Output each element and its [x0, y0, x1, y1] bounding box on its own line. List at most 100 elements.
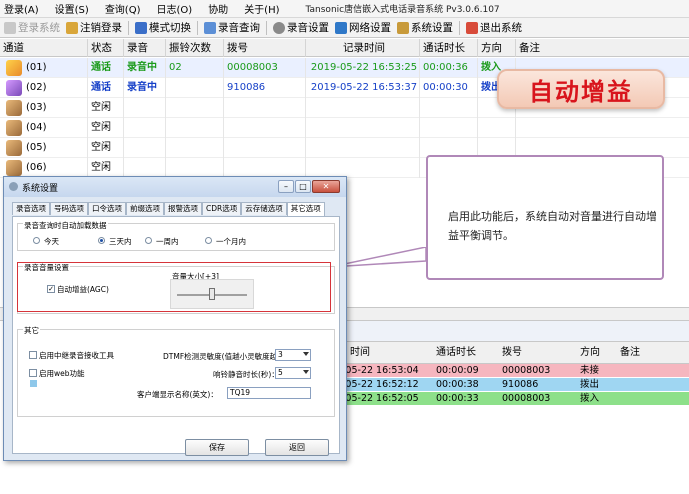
history-cell-duration: 00:00:33 — [436, 393, 479, 404]
cell-status: 空闲 — [91, 98, 124, 118]
tab-number[interactable]: 号码选项 — [50, 202, 88, 215]
callout-text: 启用此功能后，系统自动对音量进行自动增益平衡调节。 — [448, 210, 657, 242]
col-record[interactable]: 录音 — [124, 39, 166, 57]
exit-icon — [466, 21, 478, 34]
tab-alarm[interactable]: 报警选项 — [164, 202, 202, 215]
history-col-number[interactable]: 拨号 — [502, 346, 522, 359]
col-status[interactable]: 状态 — [88, 39, 124, 57]
cell-channel: (06) — [26, 158, 88, 178]
radio-one-month[interactable] — [205, 237, 212, 244]
toolbar-separator — [266, 20, 267, 35]
record-query-button[interactable]: 录音查询 — [204, 20, 260, 35]
cell-time — [309, 138, 420, 158]
network-icon — [335, 21, 347, 34]
cell-rings: 02 — [169, 58, 224, 78]
cell-channel: (02) — [26, 78, 88, 98]
toolbar: 登录系统 注销登录 模式切换 录音查询 录音设置 网络设置 系统设置 退出系统 — [0, 18, 689, 38]
login-button[interactable]: 登录系统 — [4, 20, 60, 35]
menu-login[interactable]: 登录(A) — [4, 1, 39, 16]
cell-rings — [169, 98, 224, 118]
cell-time — [309, 118, 420, 138]
feature-badge-text: 自动增益 — [529, 77, 633, 106]
tab-password[interactable]: 口令选项 — [88, 202, 126, 215]
cell-number — [227, 158, 306, 178]
history-cell-number: 00008003 — [502, 393, 551, 404]
cell-duration — [423, 98, 478, 118]
history-row[interactable]: -05-22 16:52:05 00:00:33 00008003 拨入 — [340, 392, 689, 405]
history-col-duration[interactable]: 通话时长 — [436, 346, 476, 359]
exit-button[interactable]: 退出系统 — [466, 20, 522, 35]
col-number[interactable]: 拨号 — [224, 39, 306, 57]
client-name-label: 客户端显示名称(英文)： — [137, 390, 218, 399]
tab-cdr[interactable]: CDR选项 — [202, 202, 242, 215]
cell-channel: (01) — [26, 58, 88, 78]
col-time[interactable]: 记录时间 — [306, 39, 420, 57]
tab-cloud[interactable]: 云存储选项 — [241, 202, 287, 215]
feature-badge: 自动增益 — [497, 69, 665, 109]
menu-settings[interactable]: 设置(S) — [55, 1, 89, 16]
callout-box: 启用此功能后，系统自动对音量进行自动增益平衡调节。 — [426, 155, 664, 280]
chevron-down-icon — [303, 352, 309, 356]
key-icon — [4, 21, 16, 34]
save-button[interactable]: 保存 — [185, 439, 249, 456]
cell-status: 空闲 — [91, 118, 124, 138]
tab-prefix[interactable]: 前缀选项 — [126, 202, 164, 215]
col-direction[interactable]: 方向 — [478, 39, 516, 57]
radio-one-week[interactable] — [145, 237, 152, 244]
bottom-toolbar — [340, 321, 689, 342]
minimize-button[interactable]: – — [278, 180, 294, 193]
mute-select[interactable]: 5 — [275, 367, 311, 379]
col-note[interactable]: 备注 — [516, 39, 689, 57]
tab-other[interactable]: 其它选项 — [286, 202, 325, 216]
search-doc-icon — [204, 21, 216, 34]
history-row[interactable]: -05-22 16:53:04 00:00:09 00008003 未接 — [340, 364, 689, 377]
cell-number: 00008003 — [227, 58, 306, 78]
col-rings[interactable]: 振铃次数 — [166, 39, 224, 57]
cell-status: 通话 — [91, 58, 124, 78]
history-cell-time: -05-22 16:52:12 — [342, 379, 419, 390]
dialog-title-bar[interactable]: 系统设置 – □ ✕ — [4, 177, 346, 197]
history-cell-number: 00008003 — [502, 365, 551, 376]
tab-record[interactable]: 录音选项 — [12, 202, 50, 215]
menu-log[interactable]: 日志(O) — [157, 1, 193, 16]
logout-button[interactable]: 注销登录 — [66, 20, 122, 35]
menu-query[interactable]: 查询(Q) — [105, 1, 141, 16]
table-row[interactable]: (04) 空闲 — [0, 118, 689, 138]
radio-three-days[interactable] — [98, 237, 105, 244]
system-settings-button[interactable]: 系统设置 — [397, 20, 453, 35]
history-col-time[interactable]: 时间 — [350, 346, 370, 359]
maximize-button[interactable]: □ — [295, 180, 311, 193]
cell-status: 空闲 — [91, 158, 124, 178]
table-header: 通道 状态 录音 振铃次数 拨号 记录时间 通话时长 方向 备注 — [0, 39, 689, 57]
menu-about[interactable]: 关于(H) — [244, 1, 279, 16]
tab-panel-other: 录音查询时自动加载数据 今天 三天内 一周内 一个月内 录音音量设置 ✓ 自动增… — [12, 216, 340, 456]
cell-rings — [169, 158, 224, 178]
col-channel[interactable]: 通道 — [0, 39, 88, 57]
web-checkbox[interactable] — [29, 369, 37, 377]
cell-record: 录音中 — [127, 78, 166, 98]
history-row[interactable]: -05-22 16:52:12 00:00:38 910086 拨出 — [340, 378, 689, 391]
radio-today[interactable] — [33, 237, 40, 244]
phone-icon — [6, 160, 22, 176]
phone-icon — [6, 100, 22, 116]
history-col-note[interactable]: 备注 — [620, 346, 640, 359]
cell-channel: (03) — [26, 98, 88, 118]
close-button[interactable]: ✕ — [312, 180, 340, 193]
record-settings-button[interactable]: 录音设置 — [273, 20, 329, 35]
cell-number — [227, 138, 306, 158]
cell-duration: 00:00:36 — [423, 58, 478, 78]
toolbar-separator — [197, 20, 198, 35]
client-name-input[interactable]: TQ19 — [227, 387, 311, 399]
menu-help[interactable]: 协助 — [208, 1, 228, 16]
relay-checkbox[interactable] — [29, 351, 37, 359]
network-settings-button[interactable]: 网络设置 — [335, 20, 391, 35]
dtmf-select[interactable]: 3 — [275, 349, 311, 361]
cell-duration — [423, 118, 478, 138]
settings-icon — [397, 21, 409, 34]
col-duration[interactable]: 通话时长 — [420, 39, 478, 57]
history-col-direction[interactable]: 方向 — [580, 346, 600, 359]
phone-icon — [6, 60, 22, 76]
mode-switch-button[interactable]: 模式切换 — [135, 20, 191, 35]
back-button[interactable]: 返回 — [265, 439, 329, 456]
lock-icon — [66, 21, 78, 34]
